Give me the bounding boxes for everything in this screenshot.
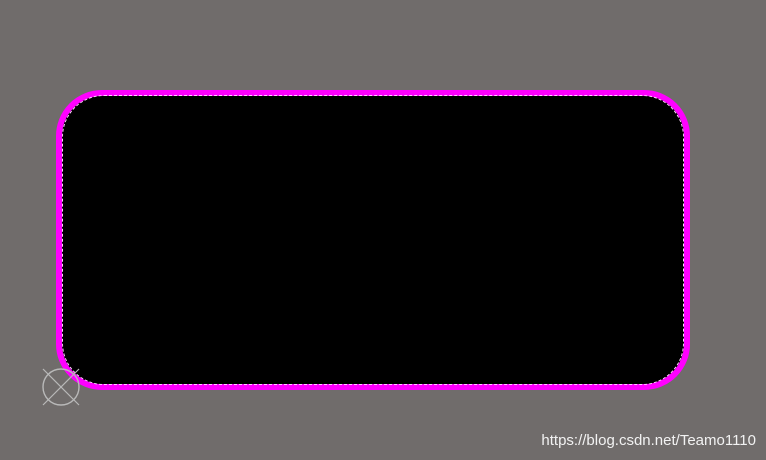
watermark-text: https://blog.csdn.net/Teamo1110	[541, 432, 756, 449]
pcb-canvas[interactable]: https://blog.csdn.net/Teamo1110	[0, 0, 766, 460]
board-outline[interactable]	[56, 90, 690, 390]
origin-crosshair-icon	[42, 368, 80, 406]
